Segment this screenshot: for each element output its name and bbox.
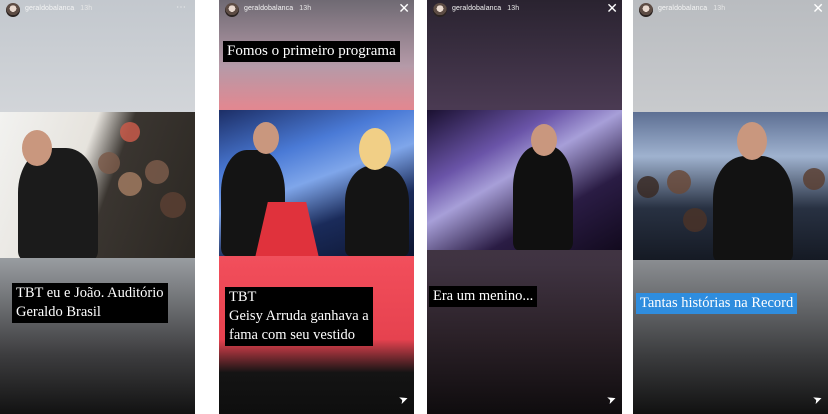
story-top-caption: Fomos o primeiro programa xyxy=(223,41,400,62)
username[interactable]: geraldobalanca 13h xyxy=(658,5,725,12)
audience-member xyxy=(98,152,120,174)
avatar[interactable] xyxy=(433,3,447,17)
story-card[interactable]: geraldobalanca 13h ✕ Tantas histórias na … xyxy=(633,0,828,414)
username[interactable]: geraldobalanca 13h xyxy=(25,5,92,12)
story-card[interactable]: geraldobalanca 13h ✕ Fomos o primeiro pro… xyxy=(219,0,414,414)
close-icon[interactable]: ✕ xyxy=(606,0,618,17)
story-header: geraldobalanca 13h ⋯ xyxy=(0,0,195,20)
send-icon[interactable]: ➤ xyxy=(811,392,824,407)
audience-member xyxy=(637,176,659,198)
audience-member xyxy=(160,192,186,218)
story-caption: TBT eu e João. Auditório Geraldo Brasil xyxy=(12,283,168,323)
audience-member xyxy=(803,168,825,190)
story-header: geraldobalanca 13h ✕ xyxy=(427,0,622,20)
host-head xyxy=(22,130,52,166)
host-head xyxy=(737,122,767,160)
story-card[interactable]: geraldobalanca 13h ✕ Era um menino... ➤ xyxy=(427,0,622,414)
send-icon[interactable]: ➤ xyxy=(605,392,618,407)
host-figure xyxy=(513,146,573,250)
host-head xyxy=(253,122,279,154)
story-photo xyxy=(0,112,195,258)
username[interactable]: geraldobalanca 13h xyxy=(452,5,519,12)
story-caption: Era um menino... xyxy=(429,286,538,307)
username[interactable]: geraldobalanca 13h xyxy=(244,5,311,12)
close-icon[interactable]: ✕ xyxy=(398,0,410,17)
audience-member xyxy=(667,170,691,194)
avatar[interactable] xyxy=(639,3,653,17)
story-caption: TBT Geisy Arruda ganhava a fama com seu … xyxy=(225,287,373,346)
username-text: geraldobalanca xyxy=(452,5,502,12)
story-header: geraldobalanca 13h ✕ xyxy=(633,0,828,20)
username-text: geraldobalanca xyxy=(244,5,294,12)
avatar[interactable] xyxy=(225,3,239,17)
audience-member xyxy=(145,160,169,184)
story-header: geraldobalanca 13h ✕ xyxy=(219,0,414,20)
timestamp: 13h xyxy=(507,5,520,12)
audience-member xyxy=(120,122,140,142)
story-photo xyxy=(427,110,622,250)
story-card[interactable]: geraldobalanca 13h ⋯ TBT eu e João. Audit… xyxy=(0,0,195,414)
guest-head xyxy=(359,128,391,170)
username-text: geraldobalanca xyxy=(658,5,708,12)
story-photo xyxy=(219,110,414,256)
host-figure xyxy=(713,156,793,260)
audience-member xyxy=(118,172,142,196)
username-text: geraldobalanca xyxy=(25,5,75,12)
story-photo xyxy=(633,112,828,260)
avatar[interactable] xyxy=(6,3,20,17)
close-icon[interactable]: ✕ xyxy=(812,0,824,17)
host-head xyxy=(531,124,557,156)
audience-member xyxy=(683,208,707,232)
timestamp: 13h xyxy=(80,5,93,12)
host-figure xyxy=(18,148,98,258)
ellipsis-icon[interactable]: ⋯ xyxy=(176,2,187,13)
send-icon[interactable]: ➤ xyxy=(397,392,410,407)
timestamp: 13h xyxy=(299,5,312,12)
story-caption: Tantas histórias na Record xyxy=(636,293,798,314)
timestamp: 13h xyxy=(713,5,726,12)
guest-figure xyxy=(345,166,409,256)
